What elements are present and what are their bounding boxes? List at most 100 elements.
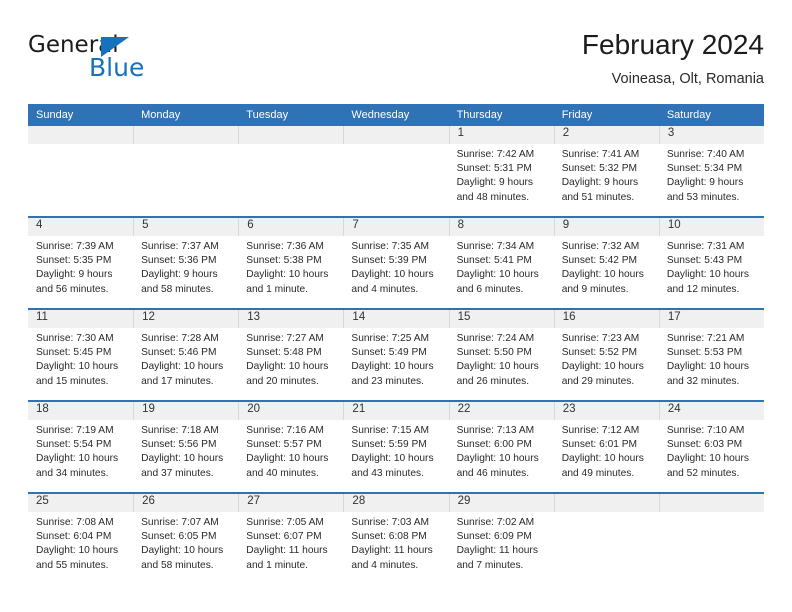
sunset-text: Sunset: 6:05 PM <box>141 531 217 543</box>
day-cell[interactable]: 11 Sunrise: 7:30 AM Sunset: 5:45 PM Dayligh… <box>28 308 134 401</box>
day-number: 9 <box>553 218 659 236</box>
day-cell[interactable]: 13 Sunrise: 7:27 AM Sunset: 5:48 PM Dayligh… <box>238 308 344 401</box>
day-cell[interactable]: 19 Sunrise: 7:18 AM Sunset: 5:56 PM Dayligh… <box>133 400 239 493</box>
day-cell[interactable]: 15 Sunrise: 7:24 AM Sunset: 5:50 PM Dayligh… <box>448 308 554 401</box>
sunset-text: Sunset: 5:42 PM <box>561 255 638 267</box>
day-cell[interactable]: 16 Sunrise: 7:23 AM Sunset: 5:52 PM Dayligh… <box>553 308 659 401</box>
day-number: 17 <box>658 310 764 328</box>
daylight-text: Daylight: 10 hours and 34 minutes. <box>36 453 119 479</box>
day-cell[interactable]: 20 Sunrise: 7:16 AM Sunset: 5:57 PM Dayligh… <box>238 400 344 493</box>
day-details: Sunrise: 7:39 AM Sunset: 5:35 PM Daylight:… <box>28 236 133 297</box>
sunset-text: Sunset: 5:52 PM <box>561 347 638 359</box>
sunset-text: Sunset: 5:31 PM <box>456 163 532 175</box>
day-cell[interactable]: 17 Sunrise: 7:21 AM Sunset: 5:53 PM Dayligh… <box>658 308 764 401</box>
day-cell[interactable]: 12 Sunrise: 7:28 AM Sunset: 5:46 PM Dayligh… <box>133 308 239 401</box>
sunrise-text: Sunrise: 7:39 AM <box>36 241 114 252</box>
day-cell[interactable]: 2 Sunrise: 7:41 AM Sunset: 5:32 PM Daylight… <box>553 126 659 217</box>
weekday-header-sunday: Sunday <box>28 104 134 126</box>
daylight-text: Daylight: 10 hours and 43 minutes. <box>351 453 434 479</box>
sunrise-text: Sunrise: 7:25 AM <box>351 333 430 344</box>
day-cell[interactable]: 21 Sunrise: 7:15 AM Sunset: 5:59 PM Dayligh… <box>343 400 449 493</box>
day-details: Sunrise: 7:05 AM Sunset: 6:07 PM Daylight:… <box>238 512 343 573</box>
day-number <box>658 494 764 512</box>
day-cell[interactable]: 14 Sunrise: 7:25 AM Sunset: 5:49 PM Dayligh… <box>343 308 449 401</box>
day-cell[interactable]: 28 Sunrise: 7:03 AM Sunset: 6:08 PM Dayligh… <box>343 492 449 584</box>
sunrise-text: Sunrise: 7:30 AM <box>36 333 114 344</box>
sunset-text: Sunset: 6:08 PM <box>351 531 427 543</box>
sunset-text: Sunset: 6:07 PM <box>246 531 322 543</box>
day-cell[interactable]: 6 Sunrise: 7:36 AM Sunset: 5:38 PM Daylight… <box>238 216 344 309</box>
day-cell[interactable]: 29 Sunrise: 7:02 AM Sunset: 6:09 PM Dayligh… <box>448 492 554 584</box>
sunrise-text: Sunrise: 7:31 AM <box>666 241 745 252</box>
day-cell[interactable]: 5 Sunrise: 7:37 AM Sunset: 5:36 PM Daylight… <box>133 216 239 309</box>
day-details: Sunrise: 7:07 AM Sunset: 6:05 PM Daylight:… <box>133 512 238 573</box>
day-details: Sunrise: 7:35 AM Sunset: 5:39 PM Daylight:… <box>343 236 448 297</box>
day-number <box>28 126 134 144</box>
day-number: 21 <box>343 402 449 420</box>
calendar-page: General Blue February 2024 Voineasa, Olt… <box>0 0 792 612</box>
sunrise-text: Sunrise: 7:16 AM <box>246 425 324 436</box>
day-cell[interactable]: 4 Sunrise: 7:39 AM Sunset: 5:35 PM Daylight… <box>28 216 134 309</box>
day-cell[interactable] <box>133 126 239 217</box>
day-cell[interactable]: 27 Sunrise: 7:05 AM Sunset: 6:07 PM Dayligh… <box>238 492 344 584</box>
day-cell[interactable]: 26 Sunrise: 7:07 AM Sunset: 6:05 PM Dayligh… <box>133 492 239 584</box>
day-number: 29 <box>448 494 554 512</box>
sunset-text: Sunset: 5:56 PM <box>141 439 217 451</box>
day-number: 8 <box>448 218 554 236</box>
day-number: 5 <box>133 218 239 236</box>
day-number: 1 <box>448 126 554 144</box>
day-details: Sunrise: 7:24 AM Sunset: 5:50 PM Daylight:… <box>449 328 554 389</box>
weekday-header-saturday: Saturday <box>658 104 764 126</box>
sunrise-text: Sunrise: 7:18 AM <box>141 425 219 436</box>
daylight-text: Daylight: 11 hours and 1 minute. <box>246 545 328 571</box>
daylight-text: Daylight: 10 hours and 23 minutes. <box>351 361 434 387</box>
day-cell[interactable] <box>343 126 449 217</box>
day-details <box>238 144 343 148</box>
sunrise-text: Sunrise: 7:05 AM <box>246 517 324 528</box>
daylight-text: Daylight: 10 hours and 6 minutes. <box>456 269 539 295</box>
day-details <box>133 144 238 148</box>
daylight-text: Daylight: 9 hours and 56 minutes. <box>36 269 113 295</box>
day-cell[interactable]: 25 Sunrise: 7:08 AM Sunset: 6:04 PM Dayligh… <box>28 492 134 584</box>
day-number: 6 <box>238 218 344 236</box>
day-details: Sunrise: 7:15 AM Sunset: 5:59 PM Daylight:… <box>343 420 448 481</box>
daylight-text: Daylight: 10 hours and 9 minutes. <box>561 269 644 295</box>
day-cell[interactable]: 18 Sunrise: 7:19 AM Sunset: 5:54 PM Dayligh… <box>28 400 134 493</box>
day-number: 7 <box>343 218 449 236</box>
week-row: 1 Sunrise: 7:42 AM Sunset: 5:31 PM Daylight… <box>28 126 764 217</box>
day-number: 19 <box>133 402 239 420</box>
day-cell[interactable]: 22 Sunrise: 7:13 AM Sunset: 6:00 PM Dayligh… <box>448 400 554 493</box>
weekday-header-friday: Friday <box>553 104 659 126</box>
day-cell[interactable] <box>658 492 764 584</box>
daylight-text: Daylight: 10 hours and 17 minutes. <box>141 361 224 387</box>
day-details: Sunrise: 7:25 AM Sunset: 5:49 PM Daylight:… <box>343 328 448 389</box>
sunrise-text: Sunrise: 7:28 AM <box>141 333 219 344</box>
day-cell[interactable]: 9 Sunrise: 7:32 AM Sunset: 5:42 PM Daylight… <box>553 216 659 309</box>
day-number: 11 <box>28 310 134 328</box>
day-cell[interactable]: 1 Sunrise: 7:42 AM Sunset: 5:31 PM Daylight… <box>448 126 554 217</box>
day-cell[interactable] <box>238 126 344 217</box>
daylight-text: Daylight: 9 hours and 58 minutes. <box>141 269 218 295</box>
day-cell[interactable] <box>28 126 134 217</box>
daylight-text: Daylight: 10 hours and 46 minutes. <box>456 453 539 479</box>
calendar-grid: Sunday Monday Tuesday Wednesday Thursday… <box>28 104 764 584</box>
day-cell[interactable]: 23 Sunrise: 7:12 AM Sunset: 6:01 PM Dayligh… <box>553 400 659 493</box>
daylight-text: Daylight: 10 hours and 32 minutes. <box>666 361 749 387</box>
day-number <box>133 126 239 144</box>
day-cell[interactable]: 7 Sunrise: 7:35 AM Sunset: 5:39 PM Daylight… <box>343 216 449 309</box>
daylight-text: Daylight: 10 hours and 26 minutes. <box>456 361 539 387</box>
sunset-text: Sunset: 5:54 PM <box>36 439 112 451</box>
day-cell[interactable]: 10 Sunrise: 7:31 AM Sunset: 5:43 PM Dayligh… <box>658 216 764 309</box>
sunset-text: Sunset: 6:00 PM <box>456 439 532 451</box>
day-cell[interactable]: 3 Sunrise: 7:40 AM Sunset: 5:34 PM Daylight… <box>658 126 764 217</box>
day-details: Sunrise: 7:31 AM Sunset: 5:43 PM Daylight:… <box>659 236 764 297</box>
day-cell[interactable] <box>553 492 659 584</box>
day-details: Sunrise: 7:37 AM Sunset: 5:36 PM Daylight:… <box>133 236 238 297</box>
day-details: Sunrise: 7:30 AM Sunset: 5:45 PM Daylight:… <box>28 328 133 389</box>
day-cell[interactable]: 8 Sunrise: 7:34 AM Sunset: 5:41 PM Daylight… <box>448 216 554 309</box>
day-details: Sunrise: 7:02 AM Sunset: 6:09 PM Daylight:… <box>449 512 554 573</box>
day-details: Sunrise: 7:13 AM Sunset: 6:00 PM Daylight:… <box>449 420 554 481</box>
day-cell[interactable]: 24 Sunrise: 7:10 AM Sunset: 6:03 PM Dayligh… <box>658 400 764 493</box>
sunset-text: Sunset: 5:57 PM <box>246 439 322 451</box>
sunrise-text: Sunrise: 7:37 AM <box>141 241 219 252</box>
